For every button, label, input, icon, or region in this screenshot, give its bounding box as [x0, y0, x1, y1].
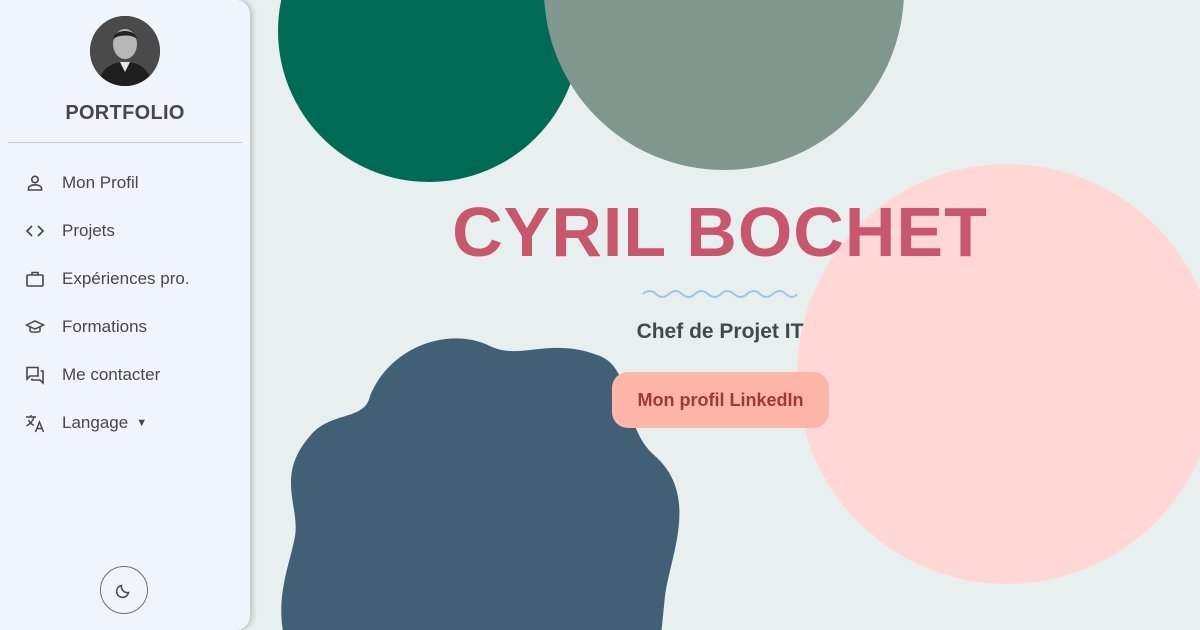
briefcase-icon: [24, 268, 46, 290]
nav-item-label: Formations: [62, 317, 148, 336]
nav-item-label: Me contacter: [62, 365, 161, 384]
moon-icon: [115, 584, 130, 599]
nav-item-me-contacter[interactable]: Me contacter: [0, 351, 250, 399]
person-icon: [24, 172, 46, 194]
graduation-cap-icon: [24, 316, 46, 338]
nav-item-label: Expériences pro.: [62, 269, 190, 288]
code-icon: [24, 220, 46, 242]
brand-title: PORTFOLIO: [65, 102, 185, 124]
avatar[interactable]: [90, 16, 160, 86]
wave-divider-icon: [642, 290, 798, 298]
linkedin-profile-button[interactable]: Mon profil LinkedIn: [612, 372, 829, 428]
nav-item-projets[interactable]: Projets: [0, 207, 250, 255]
nav-item-label: Langage: [62, 413, 129, 432]
nav-item-experiences[interactable]: Expériences pro.: [0, 255, 250, 303]
hero-name: CYRIL BOCHET: [452, 193, 988, 271]
translate-icon: [24, 412, 46, 434]
nav-item-formations[interactable]: Formations: [0, 303, 250, 351]
decorative-circle-green: [278, 0, 580, 182]
hero-role: Chef de Projet IT: [636, 320, 804, 343]
caret-down-icon: ▼: [136, 417, 148, 429]
chat-icon: [24, 364, 46, 386]
theme-toggle-button[interactable]: [100, 566, 148, 614]
nav-item-label: Mon Profil: [62, 173, 139, 192]
nav-item-langage[interactable]: Langage ▼: [0, 399, 250, 447]
divider: [8, 142, 242, 143]
sidebar: PORTFOLIO Mon Profil Projets Expériences…: [0, 0, 250, 630]
nav-item-mon-profil[interactable]: Mon Profil: [0, 159, 250, 207]
decorative-circle-sage: [544, 0, 904, 170]
nav-item-label: Projets: [62, 221, 115, 240]
nav-menu: Mon Profil Projets Expériences pro. Form…: [0, 159, 250, 447]
avatar-portrait-icon: [90, 16, 160, 86]
